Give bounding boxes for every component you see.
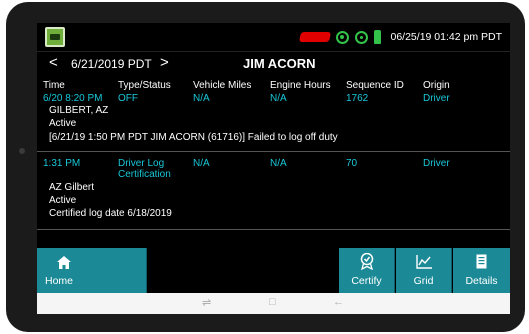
- row-origin: Driver: [423, 158, 450, 169]
- driver-name: JIM ACORN: [243, 56, 316, 71]
- camera-dot: [19, 148, 25, 154]
- signal-icon: [354, 30, 368, 44]
- row-time: 6/20 8:20 PM: [43, 93, 103, 104]
- android-back-icon[interactable]: ←: [333, 296, 344, 308]
- row-note: [6/21/19 1:50 PM PDT JIM ACORN (61716)] …: [49, 132, 338, 143]
- recents-icon[interactable]: ⇌: [202, 296, 211, 309]
- certify-label: Certify: [351, 275, 382, 287]
- android-home-icon[interactable]: □: [269, 296, 276, 308]
- date-nav-bar: < 6/21/2019 PDT > JIM ACORN: [37, 51, 510, 75]
- document-icon: [476, 254, 487, 269]
- row-hours: N/A: [270, 93, 287, 104]
- home-button[interactable]: Home: [37, 248, 147, 293]
- certify-badge-icon: [360, 253, 374, 270]
- column-header-type-status: Type/Status: [118, 80, 171, 91]
- home-label: Home: [45, 275, 74, 287]
- bottom-toolbar: Home Certify Grid Details: [37, 248, 510, 293]
- row-location: AZ Gilbert: [49, 182, 95, 193]
- row-sequence: 1762: [346, 93, 369, 104]
- prev-day-button[interactable]: <: [49, 54, 58, 71]
- status-indicators: 06/25/19 01:42 pm PDT: [298, 29, 503, 45]
- row-divider: [37, 229, 510, 230]
- log-date: 6/21/2019 PDT: [71, 57, 152, 71]
- details-button[interactable]: Details: [453, 248, 510, 293]
- column-header-time: Time: [43, 80, 65, 91]
- graph-icon: [416, 255, 432, 269]
- details-label: Details: [465, 275, 498, 287]
- row-miles: N/A: [193, 93, 210, 104]
- next-day-button[interactable]: >: [160, 54, 169, 71]
- row-status: Active: [49, 118, 77, 129]
- row-status: Active: [49, 195, 77, 206]
- status-datetime: 06/25/19 01:42 pm PDT: [390, 31, 503, 43]
- grid-button[interactable]: Grid: [396, 248, 452, 293]
- row-location: GILBERT, AZ: [49, 105, 109, 116]
- tablet-frame: 06/25/19 01:42 pm PDT < 6/21/2019 PDT > …: [6, 2, 525, 332]
- row-sequence: 70: [346, 158, 358, 169]
- column-header-engine-hours: Engine Hours: [270, 80, 331, 91]
- certify-button[interactable]: Certify: [339, 248, 395, 293]
- house-icon: [57, 256, 71, 269]
- row-type-continued: Certification: [118, 169, 171, 180]
- grid-label: Grid: [413, 275, 434, 287]
- app-icon[interactable]: [45, 27, 65, 47]
- status-bar: 06/25/19 01:42 pm PDT: [37, 23, 510, 51]
- row-type: OFF: [118, 93, 138, 104]
- android-navigation-bar: ⇌ □ ←: [37, 293, 510, 314]
- gps-icon: [335, 30, 349, 44]
- row-divider: [37, 151, 510, 152]
- row-hours: N/A: [270, 158, 287, 169]
- row-origin: Driver: [423, 93, 450, 104]
- log-table[interactable]: Time Type/Status Vehicle Miles Engine Ho…: [37, 76, 510, 246]
- column-header-origin: Origin: [423, 80, 450, 91]
- row-time: 1:31 PM: [43, 158, 81, 169]
- truck-icon: [298, 32, 331, 42]
- column-header-sequence-id: Sequence ID: [346, 80, 404, 91]
- row-miles: N/A: [193, 158, 210, 169]
- row-note: Certified log date 6/18/2019: [49, 208, 172, 219]
- plug-icon: [373, 30, 381, 44]
- column-header-vehicle-miles: Vehicle Miles: [193, 80, 252, 91]
- screen: 06/25/19 01:42 pm PDT < 6/21/2019 PDT > …: [37, 23, 510, 314]
- row-type: Driver Log: [118, 158, 165, 169]
